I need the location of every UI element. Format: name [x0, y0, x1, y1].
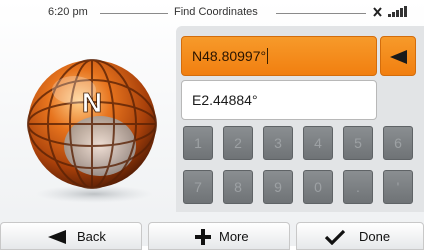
back-label: Back: [77, 229, 106, 244]
key-7[interactable]: 7: [183, 170, 213, 204]
key-2[interactable]: 2: [223, 126, 253, 160]
latitude-input[interactable]: N48.80997°: [181, 36, 377, 76]
key-0[interactable]: 0: [303, 170, 333, 204]
key-minute-symbol[interactable]: ': [383, 170, 413, 204]
text-caret: [267, 48, 269, 64]
key-5[interactable]: 5: [343, 126, 373, 160]
key-9[interactable]: 9: [263, 170, 293, 204]
satellite-icon: [373, 7, 382, 17]
globe-compass-icon: N: [16, 48, 168, 206]
divider: [100, 13, 168, 14]
back-arrow-icon: [48, 230, 66, 244]
backspace-arrow-icon: [390, 50, 407, 64]
signal-strength-icon: [373, 6, 407, 17]
key-3[interactable]: 3: [263, 126, 293, 160]
key-4[interactable]: 4: [303, 126, 333, 160]
status-bar: 6:20 pm Find Coordinates: [0, 0, 424, 24]
backspace-button[interactable]: [380, 36, 416, 76]
page-title: Find Coordinates: [174, 6, 258, 18]
longitude-value: E2.44884°: [192, 92, 258, 108]
key-8[interactable]: 8: [223, 170, 253, 204]
plus-icon: [195, 229, 211, 245]
latitude-value: N48.80997°: [192, 48, 267, 64]
longitude-input[interactable]: E2.44884°: [181, 80, 377, 120]
clock: 6:20 pm: [48, 6, 88, 18]
key-6[interactable]: 6: [383, 126, 413, 160]
checkmark-icon: [325, 229, 345, 245]
done-label: Done: [359, 229, 391, 244]
key-1[interactable]: 1: [183, 126, 213, 160]
divider: [276, 13, 366, 14]
screen: 6:20 pm Find Coordinates N N48.80997° E2…: [0, 0, 424, 250]
globe-letter: N: [82, 87, 102, 118]
more-label: More: [219, 229, 249, 244]
key-decimal[interactable]: .: [343, 170, 373, 204]
